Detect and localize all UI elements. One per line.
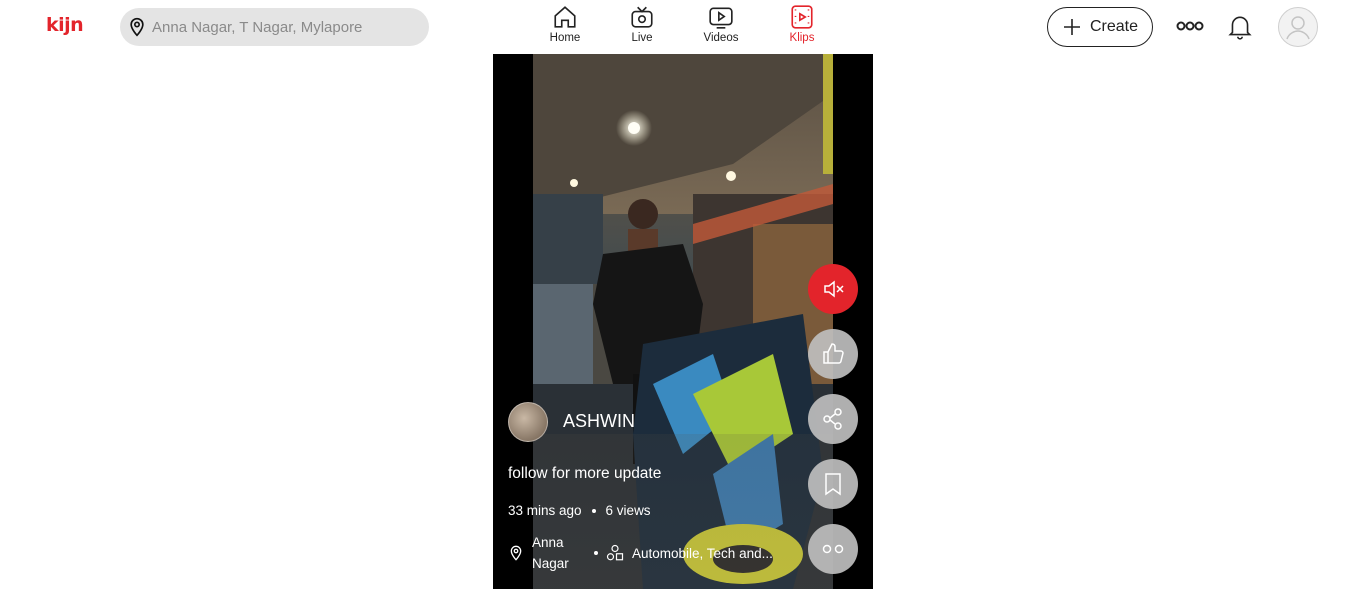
- nav-label: Videos: [703, 32, 739, 44]
- author-avatar[interactable]: [508, 402, 548, 442]
- time-ago: 33 mins ago: [508, 503, 582, 518]
- top-bar: kijn Home Live Videos: [0, 0, 1366, 54]
- category-icon: [606, 544, 624, 561]
- location-pin-icon: [126, 16, 148, 38]
- more-options-button[interactable]: [808, 524, 858, 574]
- klip-player[interactable]: ASHWIN follow for more update 33 mins ag…: [493, 54, 873, 589]
- category-name[interactable]: Automobile, Tech and...: [632, 546, 773, 561]
- location-name[interactable]: Anna Nagar: [532, 532, 584, 574]
- video-play-icon: [709, 7, 733, 29]
- live-tv-icon: [631, 6, 653, 28]
- klips-icon: [791, 5, 813, 29]
- klip-location-row: Anna Nagar Automobile, Tech and...: [508, 532, 788, 574]
- nav-label: Klips: [789, 32, 815, 44]
- location-search[interactable]: [120, 8, 429, 46]
- profile-avatar-icon[interactable]: [1278, 7, 1318, 47]
- location-pin-icon: [510, 545, 522, 561]
- view-count: 6 views: [605, 503, 651, 518]
- search-input[interactable]: [152, 18, 412, 36]
- like-icon: [823, 343, 844, 364]
- bookmark-icon: [825, 473, 841, 496]
- share-icon: [823, 408, 842, 430]
- bookmark-button[interactable]: [808, 459, 858, 509]
- nav-label: Live: [631, 32, 653, 44]
- bell-icon[interactable]: [1226, 12, 1254, 42]
- create-label: Create: [1089, 18, 1139, 35]
- nav-klips[interactable]: Klips: [772, 4, 832, 44]
- create-button[interactable]: Create: [1047, 7, 1153, 47]
- nav-videos[interactable]: Videos: [691, 4, 751, 44]
- nav-home[interactable]: Home: [535, 4, 595, 44]
- more-options-icon: [822, 544, 844, 554]
- app-logo[interactable]: kijn: [46, 14, 84, 36]
- separator-dot: [591, 508, 596, 513]
- klip-meta: 33 mins ago 6 views: [508, 503, 651, 518]
- nav-live[interactable]: Live: [612, 4, 672, 44]
- more-icon[interactable]: [1176, 14, 1204, 38]
- plus-icon: [1063, 19, 1080, 35]
- share-button[interactable]: [808, 394, 858, 444]
- like-button[interactable]: [808, 329, 858, 379]
- klip-caption: follow for more update: [508, 465, 662, 482]
- mute-icon: [824, 280, 844, 298]
- home-icon: [554, 6, 576, 28]
- nav-label: Home: [549, 32, 581, 44]
- author-name[interactable]: ASHWIN: [563, 411, 635, 432]
- mute-button[interactable]: [808, 264, 858, 314]
- separator-dot: [594, 551, 598, 555]
